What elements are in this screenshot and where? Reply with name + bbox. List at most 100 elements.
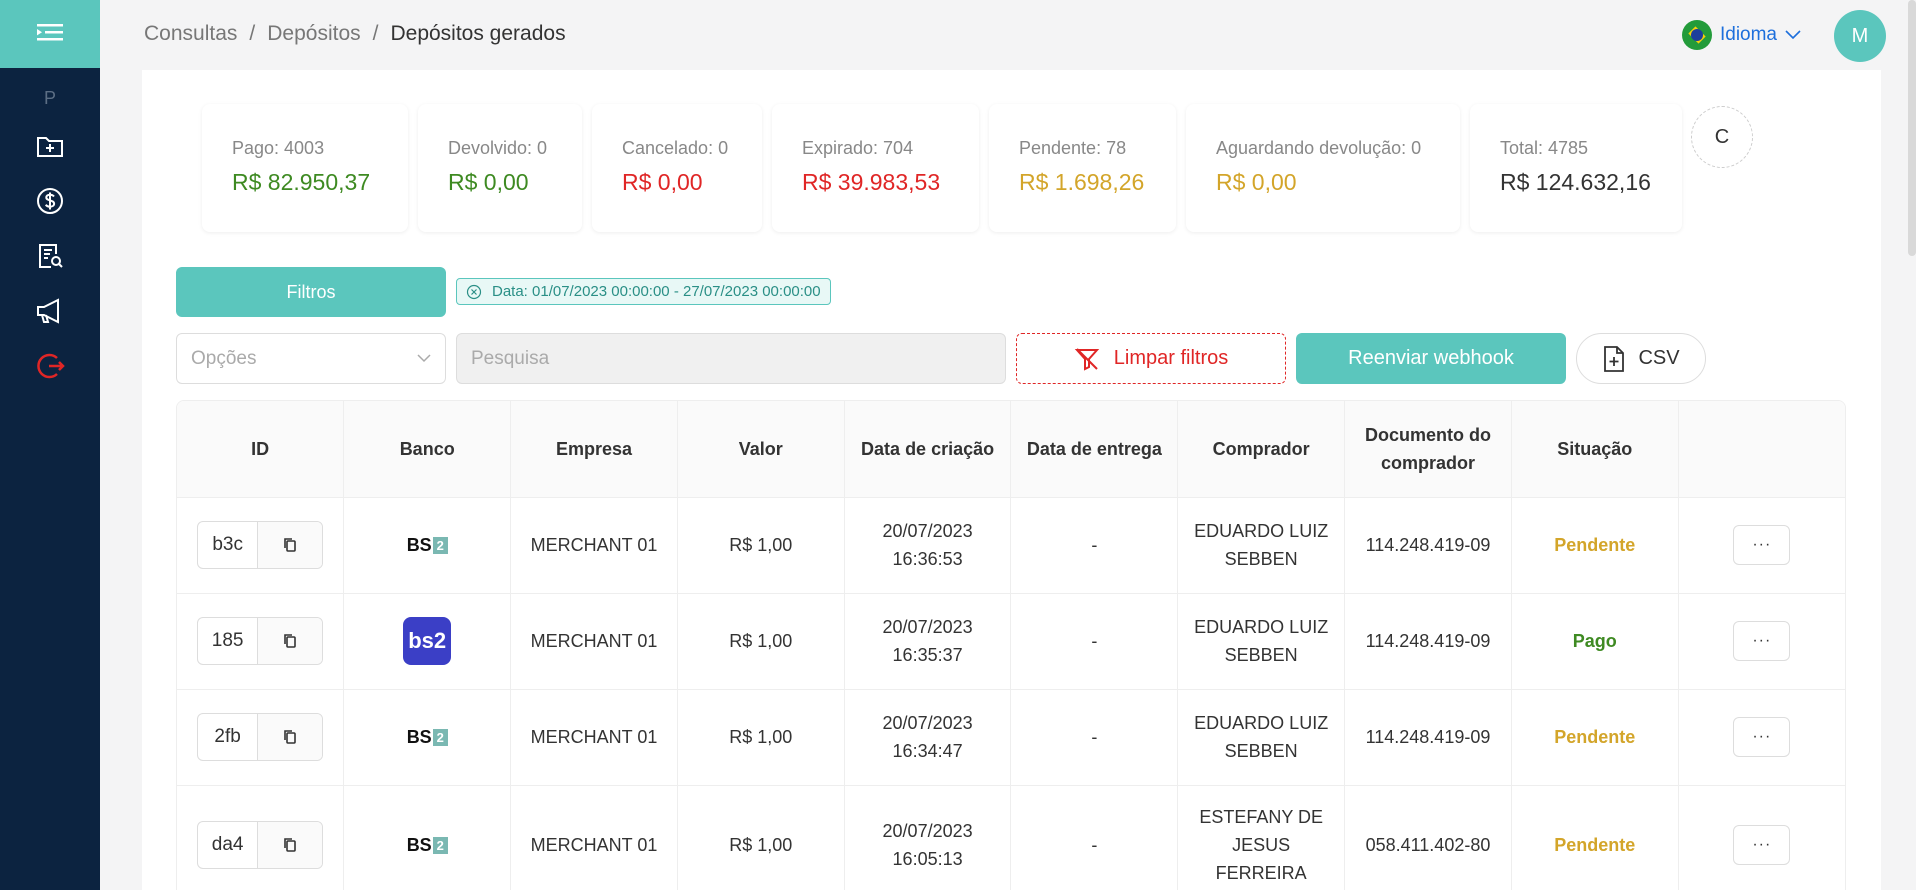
avatar[interactable]: M xyxy=(1834,10,1886,62)
filter-clear-icon xyxy=(1074,347,1099,371)
filters-button[interactable]: Filtros xyxy=(176,267,446,317)
stat-card-expirado: Expirado: 704 R$ 39.983,53 xyxy=(772,104,979,232)
language-label: Idioma xyxy=(1719,24,1777,45)
copy-button[interactable] xyxy=(258,822,323,868)
options-select[interactable]: Opções xyxy=(176,333,446,384)
id-field[interactable]: da4 xyxy=(197,821,324,869)
column-header-bank[interactable]: Banco xyxy=(343,401,512,498)
copy-icon xyxy=(284,538,296,552)
column-header-company[interactable]: Empresa xyxy=(510,401,678,498)
clear-filters-label: Limpar filtros xyxy=(1113,347,1229,369)
id-field[interactable]: 185 xyxy=(197,617,324,665)
buyer-cell: EDUARDO LUIZ SEBBEN xyxy=(1177,497,1346,594)
chevron-down-icon xyxy=(417,354,431,363)
stat-value: R$ 0,00 xyxy=(448,169,529,195)
sidebar-item-new-deposit[interactable] xyxy=(0,118,100,173)
date-filter-tag[interactable]: Data: 01/07/2023 00:00:00 - 27/07/2023 0… xyxy=(456,278,831,305)
row-actions-button[interactable]: ··· xyxy=(1733,717,1791,757)
stat-label: Cancelado: 0 xyxy=(622,138,729,158)
breadcrumb-consultas[interactable]: Consultas xyxy=(144,22,237,46)
sidebar: P xyxy=(0,0,100,890)
column-header-delivered[interactable]: Data de entrega xyxy=(1010,401,1179,498)
column-header-created[interactable]: Data de criação xyxy=(844,401,1012,498)
stat-value: R$ 82.950,37 xyxy=(232,169,371,195)
close-circle-icon[interactable] xyxy=(466,284,482,300)
brazil-flag-icon xyxy=(1681,20,1712,50)
sidebar-item-reports[interactable] xyxy=(0,228,100,283)
refresh-button[interactable]: C xyxy=(1691,106,1753,168)
delivered-cell: - xyxy=(1010,593,1179,690)
stat-card-pendente: Pendente: 78 R$ 1.698,26 xyxy=(989,104,1176,232)
stat-label: Pago: 4003 xyxy=(232,138,325,158)
stat-card-pago: Pago: 4003 R$ 82.950,37 xyxy=(202,104,408,232)
created-cell: 20/07/2023 16:35:37 xyxy=(844,593,1012,690)
table-row: b3c BS 2 MERCHANT 01 R$ 1,00 20/07/2023 1… xyxy=(177,497,1845,594)
csv-export-button[interactable]: CSV xyxy=(1576,333,1706,384)
page-scrollbar[interactable] xyxy=(1908,0,1916,256)
options-placeholder: Opções xyxy=(191,347,257,369)
id-field[interactable]: 2fb xyxy=(197,713,324,761)
row-actions-button[interactable]: ··· xyxy=(1733,621,1791,661)
menu-toggle-button[interactable] xyxy=(0,0,100,68)
column-header-buyer[interactable]: Comprador xyxy=(1177,401,1346,498)
breadcrumb-depositos[interactable]: Depósitos xyxy=(267,22,360,46)
column-header-value[interactable]: Valor xyxy=(677,401,845,498)
company-cell: MERCHANT 01 xyxy=(510,785,678,890)
column-header-status[interactable]: Situação xyxy=(1511,401,1679,498)
stat-card-total: Total: 4785 R$ 124.632,16 xyxy=(1470,104,1682,232)
document-cell: 114.248.419-09 xyxy=(1344,689,1512,786)
table-row: 2fb BS 2 MERCHANT 01 R$ 1,00 20/07/2023 1… xyxy=(177,689,1845,786)
header: Consultas / Depósitos / Depósitos gerado… xyxy=(100,0,1916,68)
status-cell: Pendente xyxy=(1511,497,1679,594)
created-cell: 20/07/2023 16:36:53 xyxy=(844,497,1012,594)
language-selector[interactable]: Idioma xyxy=(1681,20,1801,50)
stat-label: Expirado: 704 xyxy=(802,138,914,158)
csv-label: CSV xyxy=(1638,347,1680,369)
breadcrumb-separator: / xyxy=(372,22,379,45)
sidebar-item-finance[interactable] xyxy=(0,173,100,228)
resend-webhook-button[interactable]: Reenviar webhook xyxy=(1296,333,1566,384)
copy-button[interactable] xyxy=(258,522,323,568)
row-actions-button[interactable]: ··· xyxy=(1733,525,1791,565)
created-cell: 20/07/2023 16:05:13 xyxy=(844,785,1012,890)
menu-icon xyxy=(37,24,63,41)
company-cell: MERCHANT 01 xyxy=(510,689,678,786)
chevron-down-icon xyxy=(1785,30,1801,40)
stat-value: R$ 124.632,16 xyxy=(1500,169,1651,195)
stat-label: Total: 4785 xyxy=(1500,138,1589,158)
id-field[interactable]: b3c xyxy=(197,521,324,569)
sidebar-letter: P xyxy=(43,88,56,108)
refresh-icon: C xyxy=(1714,125,1730,148)
document-cell: 058.411.402-80 xyxy=(1344,785,1512,890)
value-cell: R$ 1,00 xyxy=(677,785,845,890)
row-actions-button[interactable]: ··· xyxy=(1733,825,1791,865)
copy-button[interactable] xyxy=(258,714,323,760)
column-header-id[interactable]: ID xyxy=(177,401,345,498)
dollar-icon xyxy=(37,187,63,214)
delivered-cell: - xyxy=(1010,689,1179,786)
sidebar-item-announcements[interactable] xyxy=(0,283,100,338)
column-header-document[interactable]: Documento do comprador xyxy=(1344,401,1512,498)
buyer-cell: EDUARDO LUIZ SEBBEN xyxy=(1177,593,1346,690)
copy-icon xyxy=(284,838,296,852)
copy-button[interactable] xyxy=(258,618,323,664)
clear-filters-button[interactable]: Limpar filtros xyxy=(1016,333,1286,384)
stat-card-devolvido: Devolvido: 0 R$ 0,00 xyxy=(418,104,582,232)
logout-icon xyxy=(37,353,65,378)
bank-logo-bs2: BS 2 xyxy=(407,723,448,751)
file-plus-icon xyxy=(1604,345,1625,372)
table-row: 185 bs2 MERCHANT 01 R$ 1,00 20/07/2023 1… xyxy=(177,593,1845,690)
breadcrumb: Consultas / Depósitos / Depósitos gerado… xyxy=(144,22,566,46)
megaphone-icon xyxy=(37,297,59,324)
id-value: b3c xyxy=(198,522,259,568)
search-input[interactable] xyxy=(456,333,1006,384)
sidebar-item-logout[interactable] xyxy=(0,338,100,393)
bank-logo-bs2: BS 2 xyxy=(407,531,448,559)
report-search-icon xyxy=(39,243,63,268)
folder-plus-icon xyxy=(37,136,63,157)
table-row: da4 BS 2 MERCHANT 01 R$ 1,00 20/07/2023 1… xyxy=(177,785,1845,890)
value-cell: R$ 1,00 xyxy=(677,689,845,786)
value-cell: R$ 1,00 xyxy=(677,497,845,594)
status-cell: Pendente xyxy=(1511,689,1679,786)
stat-value: R$ 39.983,53 xyxy=(802,169,941,195)
